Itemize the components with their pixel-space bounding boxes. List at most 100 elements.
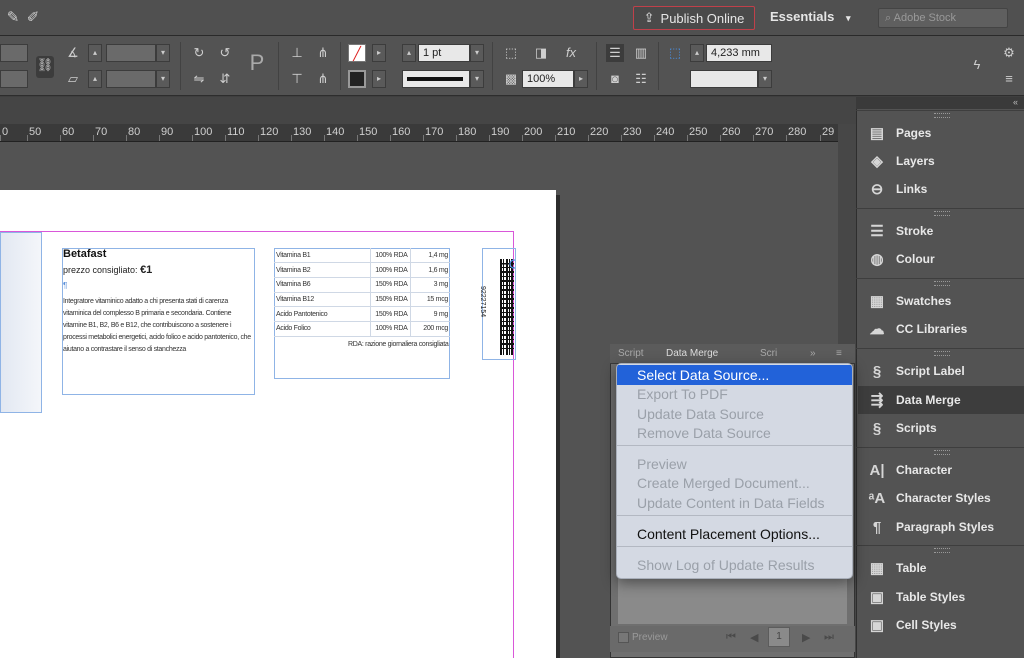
last-record-icon[interactable]: ⏭ <box>824 631 834 644</box>
next-record-icon[interactable]: ▶ <box>802 631 810 644</box>
panel-item-cc-libraries[interactable]: ☁ CC Libraries <box>858 315 1024 343</box>
menu-item-select-data-source[interactable]: Select Data Source... <box>617 365 852 385</box>
panel-item-table[interactable]: ▦ Table <box>858 554 1024 582</box>
fit-frame-icon[interactable]: ◙ <box>606 70 624 88</box>
panel-item-colour[interactable]: ◍ Colour <box>858 245 1024 273</box>
tab-scripts[interactable]: Scri <box>760 348 777 359</box>
panel-item-pages[interactable]: ▤ Pages <box>858 119 1024 147</box>
fill-swatch-dropdown[interactable]: ▸ <box>372 44 386 62</box>
stroke-weight-field[interactable]: 1 pt <box>418 44 470 62</box>
table-row[interactable]: Acido Folico 100% RDA 200 mcg <box>274 321 450 337</box>
y-reference-field[interactable] <box>0 70 28 88</box>
tab-data-merge[interactable]: Data Merge <box>666 348 718 359</box>
shear-angle-field[interactable] <box>106 70 156 88</box>
adobe-stock-search-input[interactable]: ⌕ Adobe Stock <box>878 8 1008 28</box>
opacity-dropdown[interactable]: ▸ <box>574 70 588 88</box>
nutrition-table[interactable]: Vitamina B1 100% RDA 1,4 mg Vitamina B2 100%… <box>274 248 450 337</box>
panel-item-table-styles[interactable]: ▣ Table Styles <box>858 583 1024 611</box>
stroke-type-field[interactable] <box>402 70 470 88</box>
brush-settings-icon[interactable]: ✐ <box>22 8 44 28</box>
stroke-weight-dropdown[interactable]: ▾ <box>470 44 484 62</box>
table-row[interactable]: Vitamina B12 150% RDA 15 mcg <box>274 292 450 308</box>
rotate-counterclockwise-icon[interactable]: ↺ <box>216 44 234 62</box>
panel-item-stroke[interactable]: ☰ Stroke <box>858 217 1024 245</box>
align-stroke-icon[interactable]: ▥ <box>632 44 650 62</box>
product-description[interactable]: Integratore vitaminico adatto a chi pres… <box>63 296 253 356</box>
flip-horizontal-icon[interactable]: ⇋ <box>190 70 208 88</box>
shear-dropdown[interactable]: ▾ <box>156 70 170 88</box>
frame-fitting-icon[interactable]: ⬚ <box>666 44 684 62</box>
tab-script[interactable]: Script <box>618 348 644 359</box>
rotation-dropdown[interactable]: ▾ <box>156 44 170 62</box>
table-row[interactable]: Acido Pantotenico 150% RDA 9 mg <box>274 306 450 322</box>
dimension-field[interactable]: 4,233 mm <box>706 44 772 62</box>
price-line[interactable]: prezzo consigliato: €1 <box>63 264 152 276</box>
dimension-stepper[interactable]: ▴ <box>690 44 704 62</box>
rotate-clockwise-icon[interactable]: ↻ <box>190 44 208 62</box>
panel-menu-icon[interactable]: ≡ <box>836 348 842 359</box>
center-content-icon[interactable]: ☷ <box>632 70 650 88</box>
gear-icon[interactable]: ⚙ <box>1000 44 1018 62</box>
table-row[interactable]: Vitamina B6 150% RDA 3 mg <box>274 277 450 293</box>
panel-item-layers[interactable]: ◈ Layers <box>858 147 1024 175</box>
corner-options-icon[interactable]: ⬚ <box>502 44 520 62</box>
constrain-proportions-icon[interactable]: ⛓ <box>36 56 54 78</box>
table-row[interactable]: Vitamina B1 100% RDA 1,4 mg <box>274 248 450 264</box>
table-row[interactable]: Vitamina B2 100% RDA 1,6 mg <box>274 262 450 278</box>
select-next-icon[interactable]: ⋔ <box>314 70 332 88</box>
panel-item-data-merge[interactable]: ⇶ Data Merge <box>858 386 1024 414</box>
fill-none-icon[interactable]: ╱ <box>348 44 366 62</box>
panel-item-swatches[interactable]: ▦ Swatches <box>858 287 1024 315</box>
panel-item-links[interactable]: ⊖ Links <box>858 175 1024 203</box>
lightning-icon[interactable]: ϟ <box>968 56 986 74</box>
panel-group-grip[interactable] <box>856 208 1024 216</box>
panel-item-scripts[interactable]: § Scripts <box>858 414 1024 442</box>
first-record-icon[interactable]: ⏮ <box>726 631 736 644</box>
select-previous-icon[interactable]: ⋔ <box>314 44 332 62</box>
panel-group-grip[interactable] <box>856 348 1024 356</box>
brush-icon[interactable]: ✎ <box>2 8 24 28</box>
drop-shadow-icon[interactable]: ◨ <box>532 44 550 62</box>
panel-item-character-styles[interactable]: ᵃA Character Styles <box>858 484 1024 512</box>
panel-item-paragraph-styles[interactable]: ¶ Paragraph Styles <box>858 513 1024 541</box>
shear-stepper[interactable]: ▴ <box>88 70 102 88</box>
panel-group-grip[interactable] <box>856 110 1024 118</box>
x-reference-field[interactable] <box>0 44 28 62</box>
collapse-dock-icon[interactable]: « <box>856 97 1024 109</box>
menu-icon[interactable]: ≡ <box>1000 70 1018 88</box>
select-container-icon[interactable]: ⊥ <box>288 44 306 62</box>
flip-vertical-icon[interactable]: ⇵ <box>216 70 234 88</box>
stroke-weight-stepper[interactable]: ▴ <box>402 44 416 62</box>
panel-item-cell-styles[interactable]: ▣ Cell Styles <box>858 611 1024 639</box>
menu-item-content-placement-options[interactable]: Content Placement Options... <box>617 524 852 544</box>
publish-online-button[interactable]: ⇪ Publish Online <box>633 6 755 30</box>
panel-item-script-label[interactable]: § Script Label <box>858 357 1024 385</box>
rotation-stepper[interactable]: ▴ <box>88 44 102 62</box>
application-bar: ✎ ✐ <box>0 0 1024 36</box>
workspace-switcher[interactable]: Essentials ▾ <box>770 9 850 24</box>
panel-label: Table Styles <box>896 590 966 604</box>
stroke-swatch-icon[interactable] <box>348 70 366 88</box>
stroke-type-dropdown[interactable]: ▾ <box>470 70 484 88</box>
panel-group-grip[interactable] <box>856 278 1024 286</box>
frame-style-dropdown[interactable]: ▾ <box>758 70 772 88</box>
record-number-field[interactable]: 1 <box>768 627 790 647</box>
panel-group-grip[interactable] <box>856 545 1024 553</box>
stroke-swatch-dropdown[interactable]: ▸ <box>372 70 386 88</box>
opacity-field[interactable]: 100% <box>522 70 574 88</box>
frame-style-field[interactable] <box>690 70 758 88</box>
preview-checkbox[interactable] <box>618 632 629 643</box>
rotation-angle-field[interactable] <box>106 44 156 62</box>
text-wrap-icon[interactable]: ☰ <box>606 44 624 62</box>
effects-icon[interactable]: fx <box>562 44 580 62</box>
panel-group-grip[interactable] <box>856 447 1024 455</box>
expand-icon[interactable]: » <box>810 348 816 359</box>
product-name[interactable]: Betafast <box>63 248 106 260</box>
swatches-icon: ▦ <box>869 293 885 310</box>
panel-item-character[interactable]: A| Character <box>858 456 1024 484</box>
table-cell-rda: 150% RDA <box>369 306 410 322</box>
barcode-frame[interactable] <box>482 248 519 360</box>
image-frame[interactable] <box>0 232 42 413</box>
select-content-icon[interactable]: ⊤ <box>288 70 306 88</box>
previous-record-icon[interactable]: ◀ <box>750 631 758 644</box>
